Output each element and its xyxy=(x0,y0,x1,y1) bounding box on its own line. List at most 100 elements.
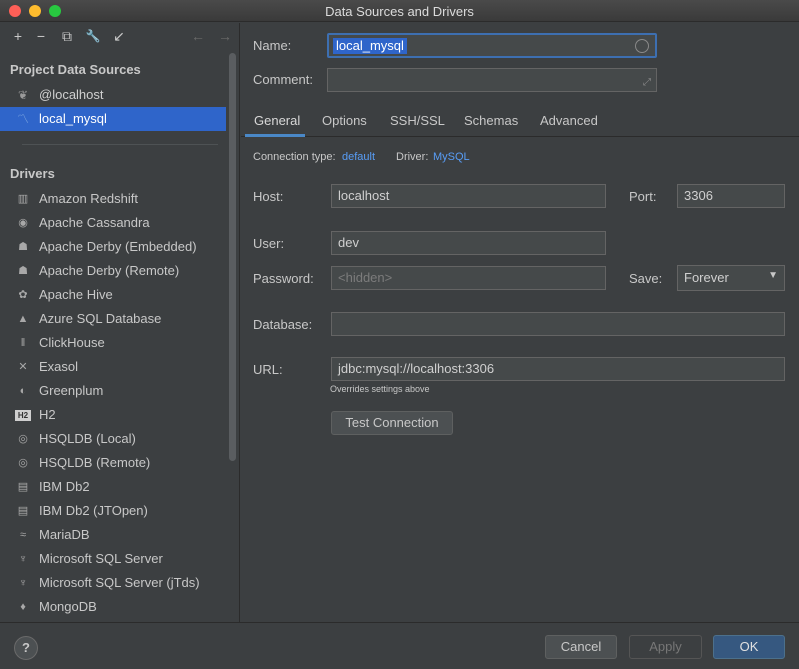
driver-item[interactable]: ☗ Apache Derby (Remote) xyxy=(0,259,226,283)
driver-label: MariaDB xyxy=(39,527,90,542)
sqlserver-icon: ♆ xyxy=(18,577,28,589)
driver-label: MongoDB xyxy=(39,599,97,614)
driver-item[interactable]: ◉ Apache Cassandra xyxy=(0,211,226,235)
driver-item[interactable]: ♆ Microsoft SQL Server (jTds) xyxy=(0,571,226,595)
port-input[interactable]: 3306 xyxy=(677,184,785,208)
driver-item[interactable]: ≈ MariaDB xyxy=(0,523,226,547)
port-label: Port: xyxy=(629,189,657,204)
dolphin-icon: 〽 xyxy=(16,112,29,126)
greenplum-icon: ◐ xyxy=(19,385,27,397)
comment-input[interactable]: ⤢ xyxy=(327,68,657,92)
tab-ssh-ssl[interactable]: SSH/SSL xyxy=(390,113,445,128)
driver-label: IBM Db2 (JTOpen) xyxy=(39,503,148,518)
mongodb-icon: ♦ xyxy=(20,601,26,613)
ok-button[interactable]: OK xyxy=(713,635,785,659)
help-button[interactable]: ? xyxy=(14,636,38,660)
driver-item[interactable]: ◐ Greenplum xyxy=(0,379,226,403)
main-panel: Name: local_mysql Comment: ⤢ General Opt… xyxy=(241,23,799,622)
title-bar: Data Sources and Drivers xyxy=(0,0,799,22)
driver-item[interactable]: ♦ MongoDB xyxy=(0,595,226,619)
drivers-title: Drivers xyxy=(10,166,55,181)
data-source-label: @localhost xyxy=(39,87,104,102)
save-label: Save: xyxy=(629,271,663,286)
driver-label: Exasol xyxy=(39,359,79,374)
tab-general[interactable]: General xyxy=(254,113,300,128)
leaf-icon: ❦ xyxy=(17,88,29,102)
driver-item[interactable]: ▲ Azure SQL Database xyxy=(0,307,226,331)
apply-button[interactable]: Apply xyxy=(629,635,702,659)
add-icon[interactable]: + xyxy=(10,28,26,44)
hsqldb-icon: ◎ xyxy=(18,433,28,445)
save-dropdown[interactable]: Forever ▼ xyxy=(677,265,785,291)
name-label: Name: xyxy=(253,38,292,53)
azure-icon: ▲ xyxy=(17,313,29,325)
database-input[interactable] xyxy=(331,312,785,336)
hsqldb-icon: ◎ xyxy=(18,457,28,469)
driver-item[interactable]: ✕ Exasol xyxy=(0,355,226,379)
driver-item[interactable]: ▤ IBM Db2 (JTOpen) xyxy=(0,499,226,523)
cassandra-icon: ◉ xyxy=(18,217,28,229)
driver-item[interactable]: ◎ HSQLDB (Local) xyxy=(0,427,226,451)
copy-icon[interactable]: ⧉ xyxy=(59,28,75,44)
user-label: User: xyxy=(253,236,285,251)
color-circle-icon[interactable] xyxy=(635,39,649,53)
host-input[interactable]: localhost xyxy=(331,184,606,208)
driver-item[interactable]: ♆ Microsoft SQL Server xyxy=(0,547,226,571)
project-data-sources-title: Project Data Sources xyxy=(10,62,141,77)
url-input[interactable]: jdbc:mysql://localhost:3306 xyxy=(331,357,785,381)
driver-label: H2 xyxy=(39,407,56,422)
data-source-item-selected[interactable]: 〽 local_mysql xyxy=(0,107,226,131)
data-source-item[interactable]: ❦ @localhost xyxy=(0,83,226,107)
driver-item[interactable]: H2 H2 xyxy=(0,403,226,427)
divider xyxy=(22,144,218,145)
driver-label: Microsoft SQL Server (jTds) xyxy=(39,575,200,590)
driver-label: Amazon Redshift xyxy=(39,191,138,206)
driver-item[interactable]: ‖ ClickHouse xyxy=(0,331,226,355)
driver-item[interactable]: ✿ Apache Hive xyxy=(0,283,226,307)
tab-bar: General Options SSH/SSL Schemas Advanced xyxy=(241,105,799,137)
test-connection-button[interactable]: Test Connection xyxy=(331,411,453,435)
sidebar-toolbar: + − ⧉ 🔧 ↙ ← → xyxy=(0,23,240,51)
clickhouse-icon: ‖ xyxy=(20,337,26,349)
driver-item[interactable]: ☗ Apache Derby (Embedded) xyxy=(0,235,226,259)
remove-icon[interactable]: − xyxy=(33,28,49,44)
ibm-db2-icon: ▤ xyxy=(17,481,29,493)
back-arrow-icon[interactable]: ← xyxy=(190,28,206,44)
sqlserver-icon: ♆ xyxy=(18,553,28,565)
driver-link[interactable]: MySQL xyxy=(433,151,470,163)
cancel-button[interactable]: Cancel xyxy=(545,635,617,659)
url-hint: Overrides settings above xyxy=(330,384,430,394)
name-input[interactable]: local_mysql xyxy=(327,33,657,58)
mariadb-icon: ≈ xyxy=(19,529,27,541)
connection-type-link[interactable]: default xyxy=(342,151,375,163)
driver-label: HSQLDB (Local) xyxy=(39,431,136,446)
driver-label: Driver: xyxy=(396,151,429,163)
driver-label: HSQLDB (Remote) xyxy=(39,455,151,470)
url-label: URL: xyxy=(253,362,283,377)
tab-advanced[interactable]: Advanced xyxy=(540,113,598,128)
expand-icon[interactable]: ⤢ xyxy=(643,77,651,88)
forward-arrow-icon[interactable]: → xyxy=(217,28,233,44)
driver-label: Apache Derby (Embedded) xyxy=(39,239,197,254)
password-input[interactable]: <hidden> xyxy=(331,266,606,290)
driver-label: Apache Hive xyxy=(39,287,113,302)
import-icon[interactable]: ↙ xyxy=(111,28,127,44)
driver-item[interactable]: ◎ HSQLDB (Remote) xyxy=(0,451,226,475)
driver-item[interactable]: ▤ IBM Db2 xyxy=(0,475,226,499)
driver-label: Apache Derby (Remote) xyxy=(39,263,180,278)
tab-options[interactable]: Options xyxy=(322,113,367,128)
wrench-icon[interactable]: 🔧 xyxy=(85,28,101,44)
connection-type-label: Connection type: xyxy=(253,151,336,163)
chevron-down-icon: ▼ xyxy=(768,270,778,281)
driver-label: Azure SQL Database xyxy=(39,311,162,326)
derby-icon: ☗ xyxy=(18,241,28,253)
database-label: Database: xyxy=(253,317,313,332)
derby-icon: ☗ xyxy=(18,265,28,277)
sidebar-scrollbar[interactable] xyxy=(229,53,236,461)
host-label: Host: xyxy=(253,189,284,204)
driver-item[interactable]: ▥ Amazon Redshift xyxy=(0,187,226,211)
user-input[interactable]: dev xyxy=(331,231,606,255)
hive-icon: ✿ xyxy=(18,289,28,301)
tab-schemas[interactable]: Schemas xyxy=(464,113,518,128)
password-label: Password: xyxy=(253,271,314,286)
